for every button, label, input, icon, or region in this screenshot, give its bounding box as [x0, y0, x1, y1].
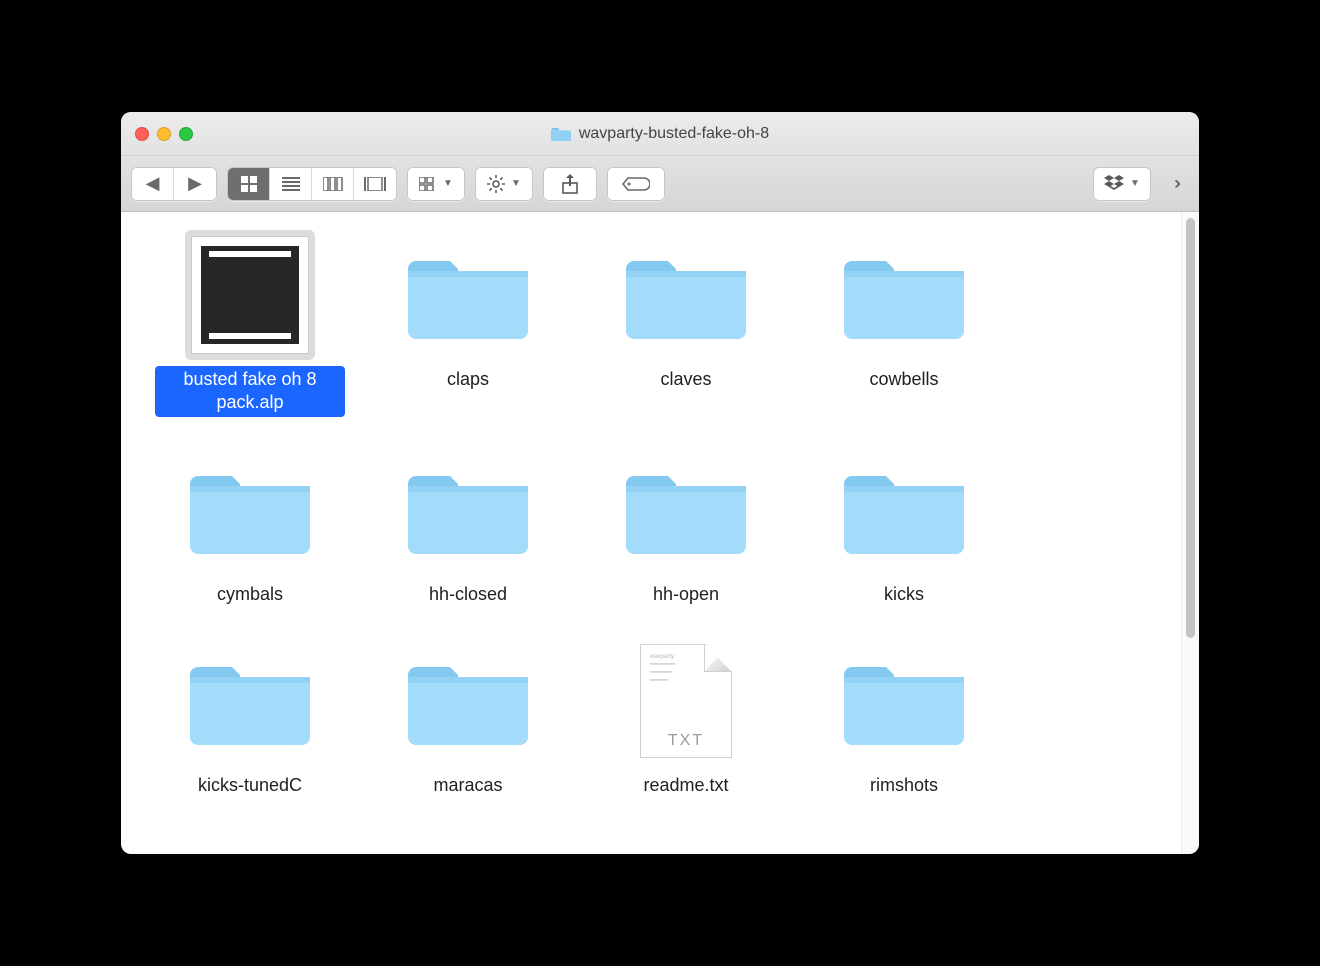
window-title: wavparty-busted-fake-oh-8 — [121, 125, 1199, 143]
file-icon — [839, 230, 969, 360]
file-label: rimshots — [864, 772, 944, 799]
arrange-group: ▼ — [407, 167, 465, 201]
file-label: kicks-tunedC — [192, 772, 308, 799]
file-item[interactable]: maracas — [363, 636, 573, 799]
arrange-button[interactable]: ▼ — [408, 168, 464, 200]
minimize-window-button[interactable] — [157, 127, 171, 141]
file-label: cymbals — [211, 581, 289, 608]
file-label: claps — [441, 366, 495, 393]
file-item[interactable]: cowbells — [799, 230, 1009, 417]
dropbox-icon — [1104, 175, 1124, 193]
file-label: readme.txt — [637, 772, 734, 799]
file-item[interactable]: busted fake oh 8 pack.alp — [145, 230, 355, 417]
file-grid-scroll[interactable]: busted fake oh 8 pack.alp claps claves c… — [121, 212, 1181, 854]
gear-icon — [487, 175, 505, 193]
back-button[interactable]: ◀ — [132, 168, 174, 200]
nav-buttons: ◀ ▶ — [131, 167, 217, 201]
file-item[interactable]: kicks — [799, 445, 1009, 608]
folder-icon — [551, 126, 571, 142]
file-label: busted fake oh 8 pack.alp — [155, 366, 345, 417]
tag-button[interactable] — [608, 168, 664, 200]
view-mode-buttons — [227, 167, 397, 201]
dropbox-group: ▼ — [1093, 167, 1151, 201]
titlebar: wavparty-busted-fake-oh-8 — [121, 112, 1199, 156]
file-icon — [403, 230, 533, 360]
file-label: hh-closed — [423, 581, 513, 608]
chevron-double-right-icon: ›› — [1174, 173, 1176, 194]
file-icon — [403, 445, 533, 575]
file-item[interactable]: claves — [581, 230, 791, 417]
file-item[interactable]: rimshots — [799, 636, 1009, 799]
file-icon — [621, 445, 751, 575]
share-group — [543, 167, 597, 201]
file-icon — [185, 230, 315, 360]
file-icon — [839, 445, 969, 575]
file-item[interactable]: cymbals — [145, 445, 355, 608]
file-label: hh-open — [647, 581, 725, 608]
file-icon — [621, 230, 751, 360]
vertical-scrollbar[interactable] — [1181, 212, 1199, 854]
window-title-text: wavparty-busted-fake-oh-8 — [579, 125, 769, 143]
file-item[interactable]: hh-open — [581, 445, 791, 608]
chevron-down-icon: ▼ — [1130, 178, 1140, 189]
action-group: ▼ — [475, 167, 533, 201]
finder-window: wavparty-busted-fake-oh-8 ◀ ▶ ▼ — [121, 112, 1199, 854]
chevron-down-icon: ▼ — [443, 178, 453, 189]
file-label: claves — [654, 366, 717, 393]
icon-view-button[interactable] — [228, 168, 270, 200]
tag-icon — [622, 176, 650, 192]
file-icon — [185, 636, 315, 766]
action-button[interactable]: ▼ — [476, 168, 532, 200]
file-icon — [839, 636, 969, 766]
tag-group — [607, 167, 665, 201]
file-grid: busted fake oh 8 pack.alp claps claves c… — [145, 230, 1157, 800]
share-icon — [562, 174, 578, 194]
forward-button[interactable]: ▶ — [174, 168, 216, 200]
file-label: kicks — [878, 581, 930, 608]
window-controls — [121, 127, 193, 141]
list-view-button[interactable] — [270, 168, 312, 200]
chevron-down-icon: ▼ — [511, 178, 521, 189]
file-item[interactable]: kicks-tunedC — [145, 636, 355, 799]
dropbox-button[interactable]: ▼ — [1094, 168, 1150, 200]
toolbar-overflow-button[interactable]: ›› — [1161, 173, 1189, 194]
toolbar: ◀ ▶ ▼ ▼ — [121, 156, 1199, 212]
gallery-view-button[interactable] — [354, 168, 396, 200]
share-button[interactable] — [544, 168, 596, 200]
file-item[interactable]: claps — [363, 230, 573, 417]
file-label: maracas — [427, 772, 508, 799]
close-window-button[interactable] — [135, 127, 149, 141]
file-icon — [403, 636, 533, 766]
file-icon: wavparty━━━━━━━━━━━━━━━━━━ TXT — [621, 636, 751, 766]
scrollbar-thumb[interactable] — [1186, 218, 1195, 638]
file-item[interactable]: hh-closed — [363, 445, 573, 608]
file-item[interactable]: wavparty━━━━━━━━━━━━━━━━━━ TXT readme.tx… — [581, 636, 791, 799]
content-area: busted fake oh 8 pack.alp claps claves c… — [121, 212, 1199, 854]
file-icon — [185, 445, 315, 575]
zoom-window-button[interactable] — [179, 127, 193, 141]
file-label: cowbells — [863, 366, 944, 393]
column-view-button[interactable] — [312, 168, 354, 200]
